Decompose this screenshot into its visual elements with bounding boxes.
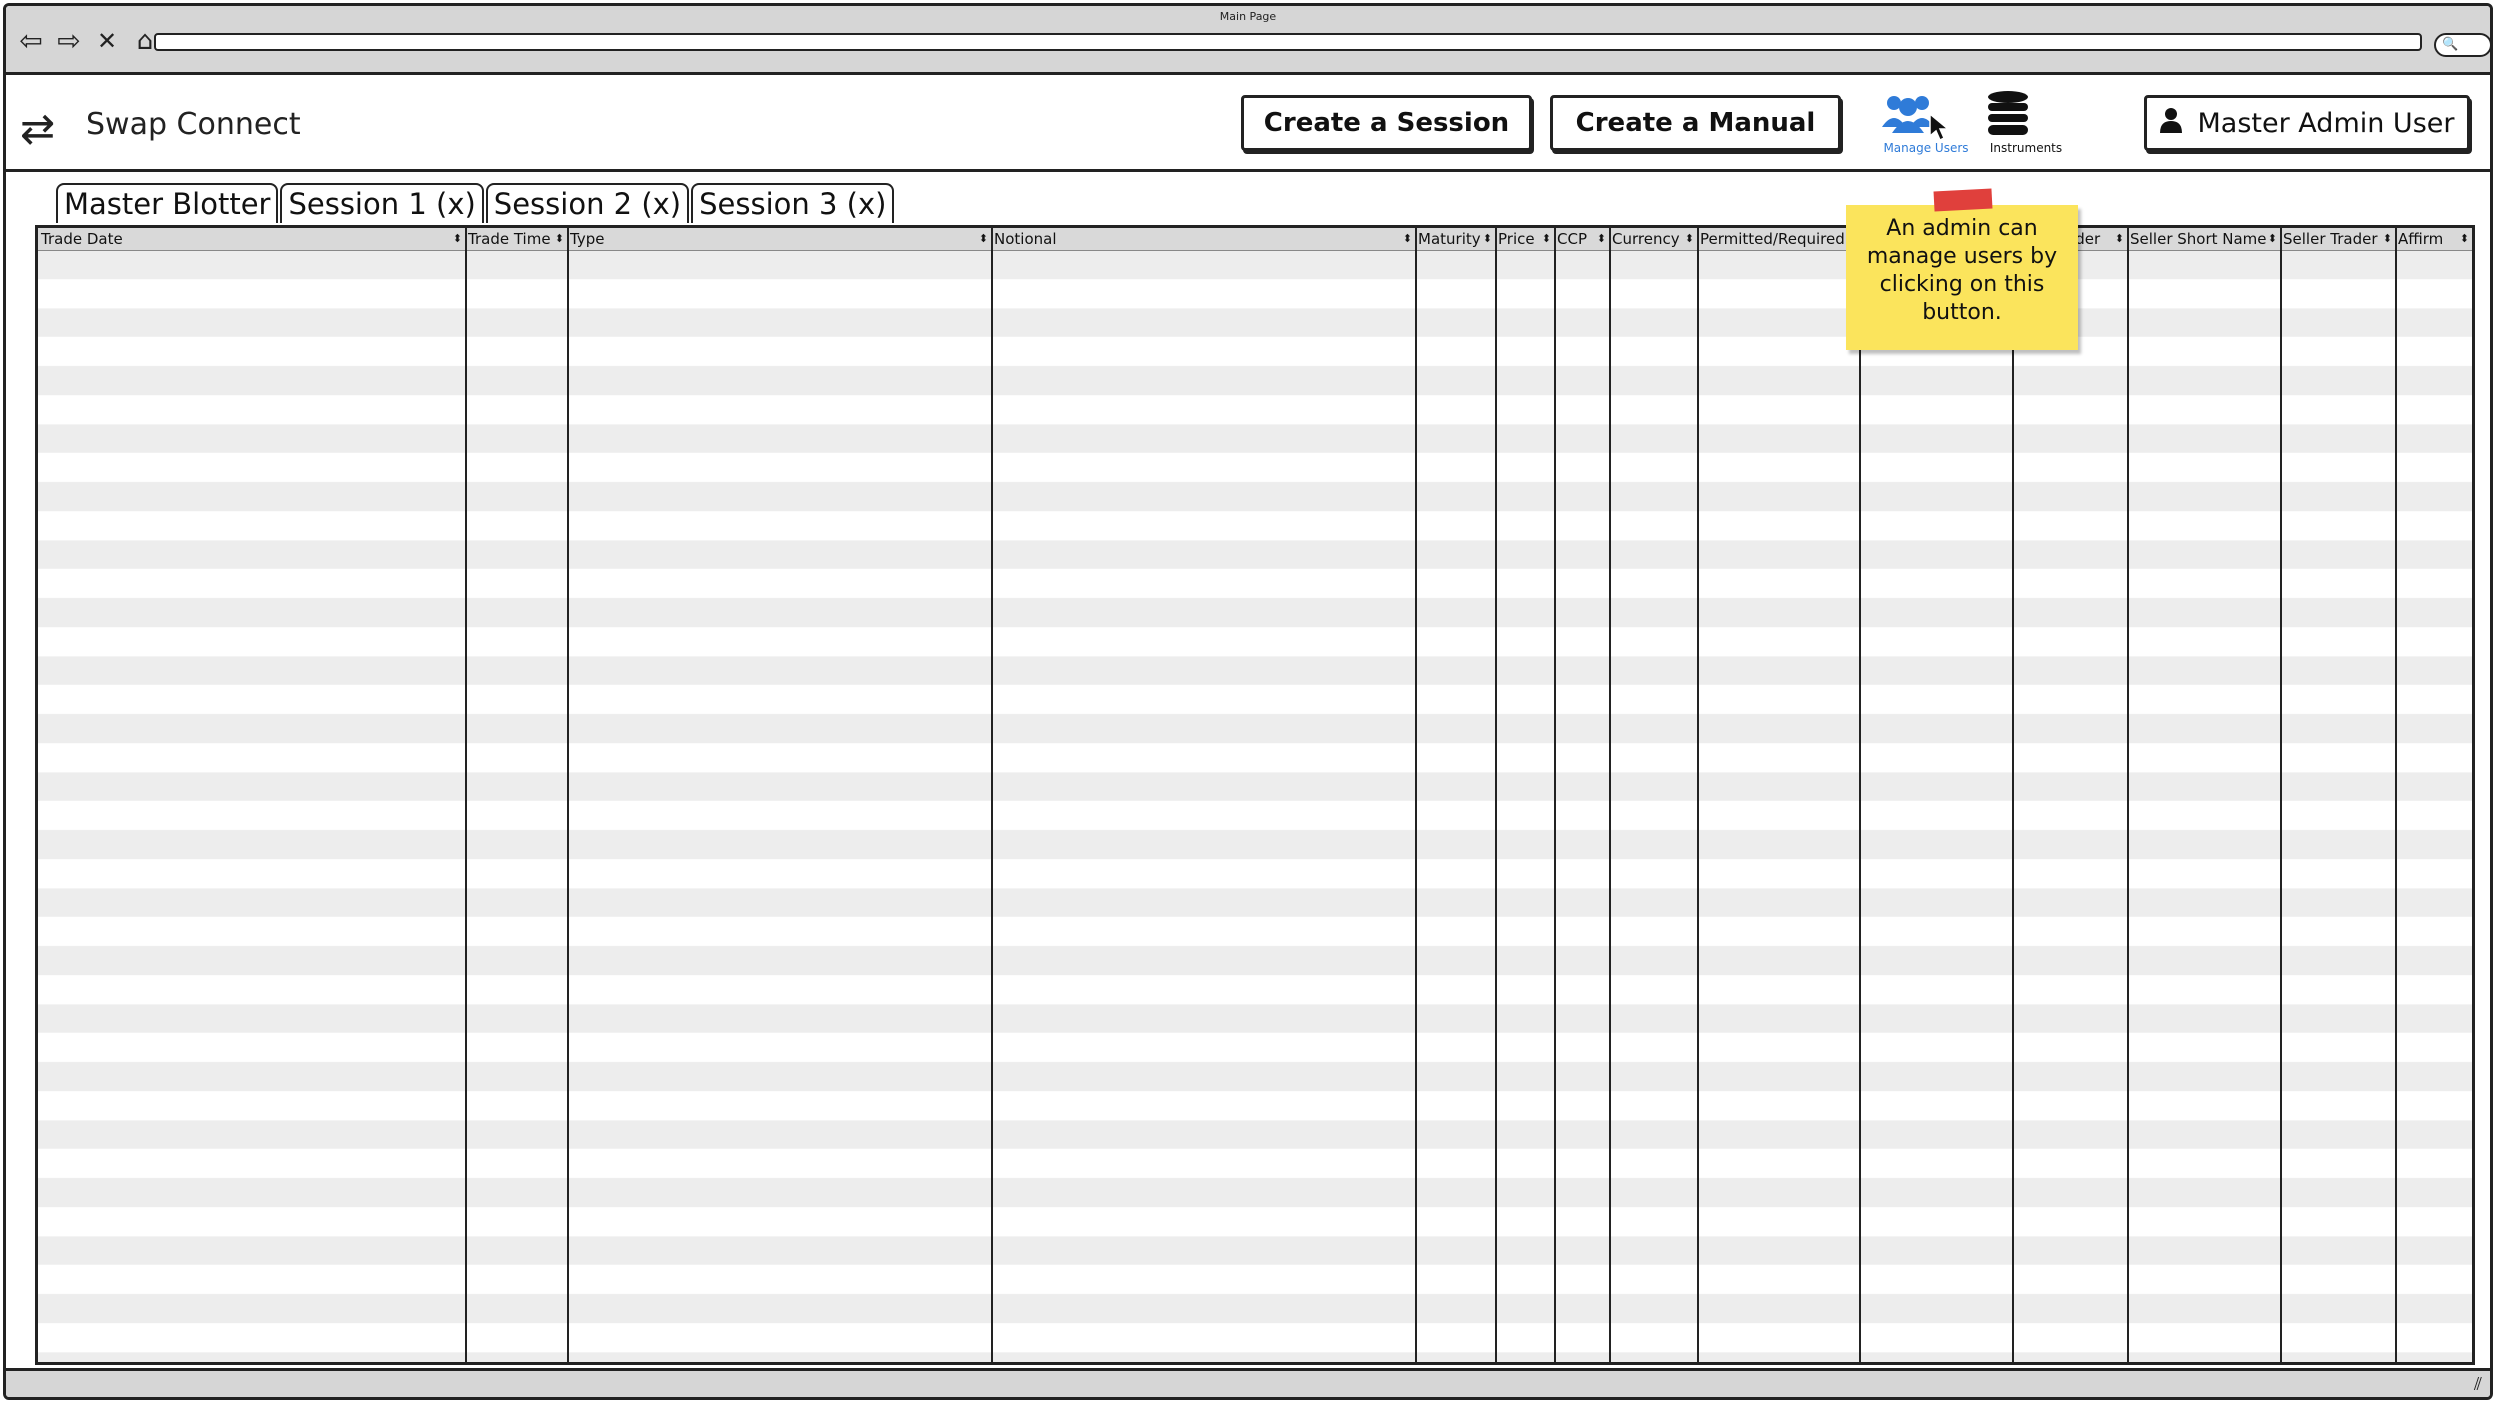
column-header-type[interactable]: Type ⬍	[567, 228, 991, 250]
column-header-notional[interactable]: Notional ⬍	[991, 228, 1415, 250]
column-header-trade-date[interactable]: Trade Date ⬍	[38, 228, 465, 250]
sort-icon[interactable]: ⬍	[979, 228, 988, 250]
browser-window: Main Page ⇦ ⇨ ✕ ⌂ 🔍 ⇄ Swap Connect Creat…	[3, 3, 2493, 1400]
create-manual-button[interactable]: Create a Manual	[1550, 95, 1841, 151]
user-menu-button[interactable]: Master Admin User	[2144, 95, 2470, 151]
create-session-button[interactable]: Create a Session	[1241, 95, 1532, 151]
column-header-permitted-required[interactable]: Permitted/Required	[1697, 228, 1859, 250]
resize-grip-icon[interactable]: ⫽	[2474, 1374, 2482, 1395]
app-header: ⇄ Swap Connect Create a Session Create a…	[6, 75, 2490, 172]
browser-chrome: Main Page ⇦ ⇨ ✕ ⌂ 🔍	[6, 6, 2490, 75]
user-icon	[2159, 107, 2182, 139]
column-header-seller-short-name[interactable]: Seller Short Name ⬍	[2127, 228, 2280, 250]
column-header-affirm[interactable]: Affirm ⬍	[2395, 228, 2472, 250]
sort-icon[interactable]: ⬍	[2115, 228, 2124, 250]
sort-icon[interactable]: ⬍	[1542, 228, 1551, 250]
column-divider[interactable]	[1697, 228, 1699, 1362]
column-header-price[interactable]: Price ⬍	[1495, 228, 1554, 250]
database-icon	[1988, 91, 2028, 135]
tab-master-blotter[interactable]: Master Blotter	[56, 183, 279, 223]
tape-strip	[1933, 188, 1993, 212]
instruments-label: Instruments	[1989, 141, 2063, 155]
column-divider[interactable]	[2127, 228, 2129, 1362]
sort-icon[interactable]: ⬍	[1597, 228, 1606, 250]
address-bar[interactable]	[154, 33, 2422, 51]
tab-session-1[interactable]: Session 1 (x)	[280, 183, 484, 223]
column-divider[interactable]	[2012, 228, 2014, 1362]
column-divider[interactable]	[2395, 228, 2397, 1362]
column-divider[interactable]	[991, 228, 993, 1362]
close-x-icon[interactable]: ✕	[92, 26, 122, 56]
browser-page-title: Main Page	[1219, 10, 1277, 23]
sort-icon[interactable]: ⬍	[2460, 228, 2469, 250]
sort-icon[interactable]: ⬍	[1403, 228, 1412, 250]
column-divider[interactable]	[1495, 228, 1497, 1362]
column-header-maturity[interactable]: Maturity ⬍	[1415, 228, 1495, 250]
column-divider[interactable]	[1415, 228, 1417, 1362]
user-name: Master Admin User	[2197, 107, 2455, 139]
mouse-cursor-icon	[1928, 112, 1951, 149]
sort-icon[interactable]: ⬍	[2268, 228, 2277, 250]
column-divider[interactable]	[1554, 228, 1556, 1362]
forward-arrow-icon[interactable]: ⇨	[54, 26, 84, 56]
column-header-currency[interactable]: Currency ⬍	[1609, 228, 1697, 250]
browser-search-box[interactable]: 🔍	[2434, 33, 2490, 57]
sort-icon[interactable]: ⬍	[453, 228, 462, 250]
sticky-note: An admin can manage users by clicking on…	[1846, 205, 2078, 350]
column-divider[interactable]	[1859, 228, 1861, 1362]
tab-session-2[interactable]: Session 2 (x)	[485, 183, 690, 223]
browser-nav: ⇦ ⇨ ✕ ⌂	[16, 26, 160, 57]
sort-icon[interactable]: ⬍	[2383, 228, 2392, 250]
back-arrow-icon[interactable]: ⇦	[16, 26, 46, 56]
tab-bar: Master Blotter Session 1 (x) Session 2 (…	[56, 183, 896, 227]
column-divider[interactable]	[2280, 228, 2282, 1362]
app-name: Swap Connect	[86, 107, 301, 142]
column-divider[interactable]	[1609, 228, 1611, 1362]
manage-users-label: Manage Users	[1883, 141, 1969, 155]
sort-icon[interactable]: ⬍	[1483, 228, 1492, 250]
instruments-button[interactable]: Instruments	[1978, 89, 2074, 155]
column-header-seller-trader[interactable]: Seller Trader ⬍	[2280, 228, 2395, 250]
tab-session-3[interactable]: Session 3 (x)	[691, 183, 895, 223]
sort-icon[interactable]: ⬍	[555, 228, 564, 250]
column-divider[interactable]	[465, 228, 467, 1362]
status-bar: ⫽	[6, 1368, 2490, 1397]
column-header-trade-time[interactable]: Trade Time ⬍	[465, 228, 567, 250]
search-icon: 🔍	[2442, 37, 2459, 52]
blotter-table[interactable]: Trade Date ⬍ Trade Time ⬍ Type ⬍ Notional ⬍ …	[35, 225, 2475, 1365]
sort-icon[interactable]: ⬍	[1685, 228, 1694, 250]
swap-arrows-icon: ⇄	[20, 104, 56, 153]
table-header: Trade Date ⬍ Trade Time ⬍ Type ⬍ Notional ⬍ …	[38, 228, 2472, 251]
manage-users-button[interactable]: Manage Users	[1878, 89, 1974, 155]
column-header-ccp[interactable]: CCP ⬍	[1554, 228, 1609, 250]
column-divider[interactable]	[567, 228, 569, 1362]
